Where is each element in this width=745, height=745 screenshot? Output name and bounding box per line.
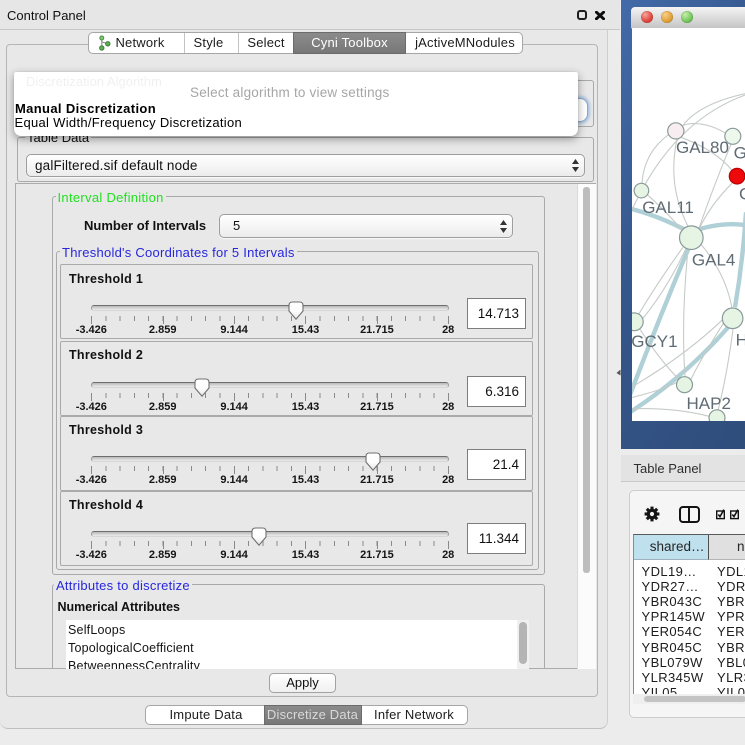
- svg-text:C: C: [739, 184, 745, 203]
- svg-text:GCY1: GCY1: [632, 332, 678, 351]
- svg-text:HAP2: HAP2: [687, 394, 731, 413]
- svg-text:G.: G.: [734, 144, 745, 163]
- svg-text:GAL4: GAL4: [692, 251, 735, 270]
- svg-text:GAL11: GAL11: [642, 198, 694, 217]
- svg-text:GAL80: GAL80: [676, 138, 729, 157]
- svg-text:H: H: [736, 330, 745, 349]
